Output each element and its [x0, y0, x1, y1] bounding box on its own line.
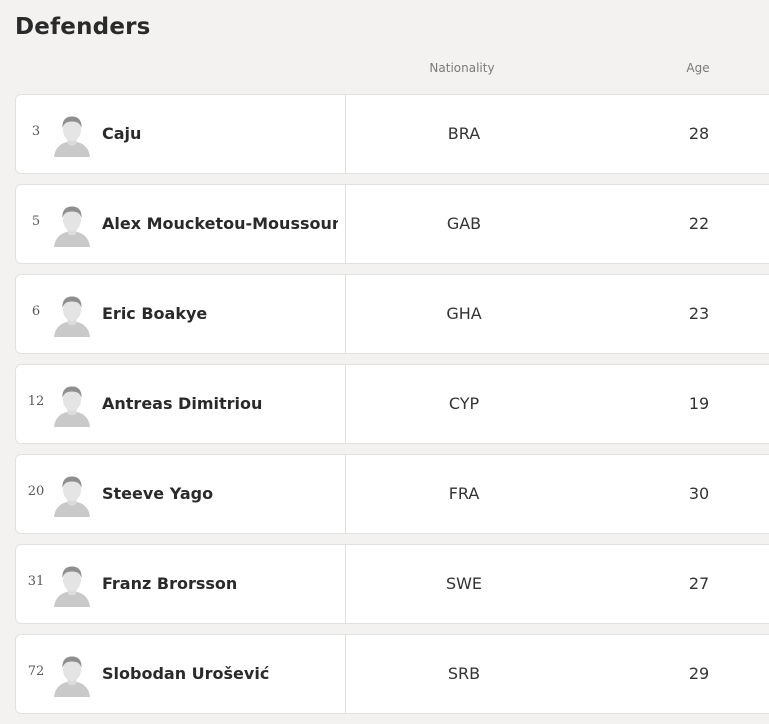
- player-age: 27: [688, 574, 710, 593]
- player-nationality: GHA: [446, 304, 482, 323]
- player-age: 30: [688, 484, 710, 503]
- player-age: 23: [688, 304, 710, 323]
- player-nationality: CYP: [448, 394, 480, 413]
- shirt-number: 3: [31, 124, 41, 139]
- player-silhouette-icon: [52, 473, 92, 517]
- player-name[interactable]: Slobodan Urošević: [102, 664, 338, 683]
- player-name[interactable]: Caju: [102, 124, 338, 143]
- shirt-number: 72: [27, 664, 45, 679]
- player-cell[interactable]: 3 Caju: [16, 95, 346, 173]
- player-age: 19: [688, 394, 710, 413]
- player-nationality: GAB: [446, 214, 482, 233]
- player-nationality: FRA: [448, 484, 480, 503]
- player-silhouette-icon: [52, 203, 92, 247]
- player-row[interactable]: 20 Steeve Yago FRA 30: [15, 454, 769, 534]
- shirt-number: 6: [31, 304, 41, 319]
- player-nationality: SRB: [447, 664, 481, 683]
- shirt-number: 20: [27, 484, 45, 499]
- player-name[interactable]: Steeve Yago: [102, 484, 338, 503]
- player-cell[interactable]: 31 Franz Brorsson: [16, 545, 346, 623]
- player-age: 22: [688, 214, 710, 233]
- player-silhouette-icon: [52, 563, 92, 607]
- player-cell[interactable]: 20 Steeve Yago: [16, 455, 346, 533]
- column-header-nationality: Nationality: [429, 61, 495, 75]
- shirt-number: 12: [27, 394, 45, 409]
- player-silhouette-icon: [52, 293, 92, 337]
- player-nationality: SWE: [445, 574, 483, 593]
- player-cell[interactable]: 72 Slobodan Urošević: [16, 635, 346, 713]
- player-nationality: BRA: [447, 124, 481, 143]
- player-name[interactable]: Alex Moucketou-Moussounda: [102, 214, 338, 233]
- player-age: 28: [688, 124, 710, 143]
- column-header-age: Age: [686, 61, 710, 75]
- player-age: 29: [688, 664, 710, 683]
- player-cell[interactable]: 6 Eric Boakye: [16, 275, 346, 353]
- player-row[interactable]: 12 Antreas Dimitriou CYP 19: [15, 364, 769, 444]
- player-silhouette-icon: [52, 383, 92, 427]
- player-silhouette-icon: [52, 113, 92, 157]
- player-row[interactable]: 6 Eric Boakye GHA 23: [15, 274, 769, 354]
- player-cell[interactable]: 12 Antreas Dimitriou: [16, 365, 346, 443]
- player-row[interactable]: 3 Caju BRA 28: [15, 94, 769, 174]
- player-cell[interactable]: 5 Alex Moucketou-Moussounda: [16, 185, 346, 263]
- shirt-number: 31: [27, 574, 45, 589]
- player-name[interactable]: Eric Boakye: [102, 304, 338, 323]
- section-title: Defenders: [15, 14, 151, 40]
- shirt-number: 5: [31, 214, 41, 229]
- player-name[interactable]: Antreas Dimitriou: [102, 394, 338, 413]
- player-row[interactable]: 5 Alex Moucketou-Moussounda GAB 22: [15, 184, 769, 264]
- player-row[interactable]: 31 Franz Brorsson SWE 27: [15, 544, 769, 624]
- player-row[interactable]: 72 Slobodan Urošević SRB 29: [15, 634, 769, 714]
- player-name[interactable]: Franz Brorsson: [102, 574, 338, 593]
- players-list: 3 Caju BRA 28 5 Alex Moucketou-Moussoun …: [15, 94, 769, 724]
- player-silhouette-icon: [52, 653, 92, 697]
